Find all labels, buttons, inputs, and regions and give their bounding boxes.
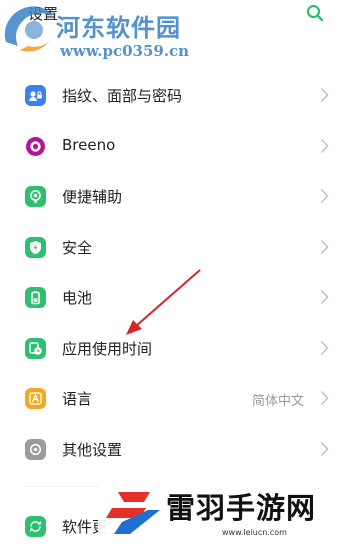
- settings-item-accessibility[interactable]: 便捷辅助: [0, 171, 348, 222]
- chevron-right-icon: [320, 239, 329, 254]
- settings-item-label: 语言: [62, 390, 93, 408]
- settings-item-fingerprint-face-password[interactable]: 指纹、面部与密码: [0, 70, 348, 121]
- settings-item-label: 应用使用时间: [62, 339, 153, 358]
- settings-item-label: Breeno: [62, 135, 116, 154]
- settings-item-security[interactable]: 安全: [0, 222, 348, 273]
- chevron-right-icon: [320, 87, 329, 103]
- settings-item-app-usage-time[interactable]: 应用使用时间: [0, 323, 348, 374]
- settings-item-label: 电池: [62, 289, 93, 307]
- language-icon: [25, 388, 46, 409]
- header: 设置: [0, 0, 348, 32]
- watermark-bottom-logo: [106, 492, 160, 534]
- settings-item-battery[interactable]: 电池: [0, 272, 348, 323]
- chevron-right-icon: [320, 188, 329, 204]
- chevron-right-icon: [320, 340, 329, 355]
- settings-item-breeno[interactable]: Breeno: [0, 121, 348, 172]
- breeno-icon: [25, 136, 46, 157]
- fingerprint-face-icon: [25, 85, 46, 106]
- chevron-right-icon: [320, 390, 329, 406]
- search-icon[interactable]: [306, 4, 324, 22]
- watermark-bottom: 雷羽手游网 www.leiucn.com: [98, 484, 348, 547]
- settings-page: 设置 河东软件园 www.pc0359.cn 指纹、面部与密码 Breeno 便…: [0, 0, 348, 547]
- watermark-bottom-name: 雷羽手游网: [166, 491, 317, 525]
- settings-item-language[interactable]: 语言 简体中文: [0, 373, 348, 424]
- watermark-top-url: www.pc0359.cn: [60, 42, 190, 60]
- other-settings-icon: [25, 438, 46, 460]
- settings-item-label: 便捷辅助: [62, 188, 123, 206]
- settings-item-label: 其他设置: [62, 440, 123, 459]
- shield-icon: [25, 236, 46, 258]
- language-value: 简体中文: [251, 394, 304, 409]
- app-usage-time-icon: [25, 337, 46, 359]
- settings-list: 指纹、面部与密码 Breeno 便捷辅助 安全 电池 应用使用时间 语言 简体中…: [0, 70, 348, 474]
- chevron-right-icon: [320, 138, 329, 153]
- battery-icon: [25, 287, 46, 308]
- watermark-bottom-url: www.leiucn.com: [222, 528, 287, 537]
- settings-item-other-settings[interactable]: 其他设置: [0, 424, 348, 475]
- page-title: 设置: [28, 5, 59, 23]
- settings-item-label: 安全: [62, 238, 93, 257]
- settings-item-label: 指纹、面部与密码: [62, 87, 183, 105]
- accessibility-icon: [25, 186, 46, 207]
- chevron-right-icon: [320, 441, 329, 456]
- software-update-icon: [25, 516, 46, 537]
- chevron-right-icon: [320, 289, 329, 305]
